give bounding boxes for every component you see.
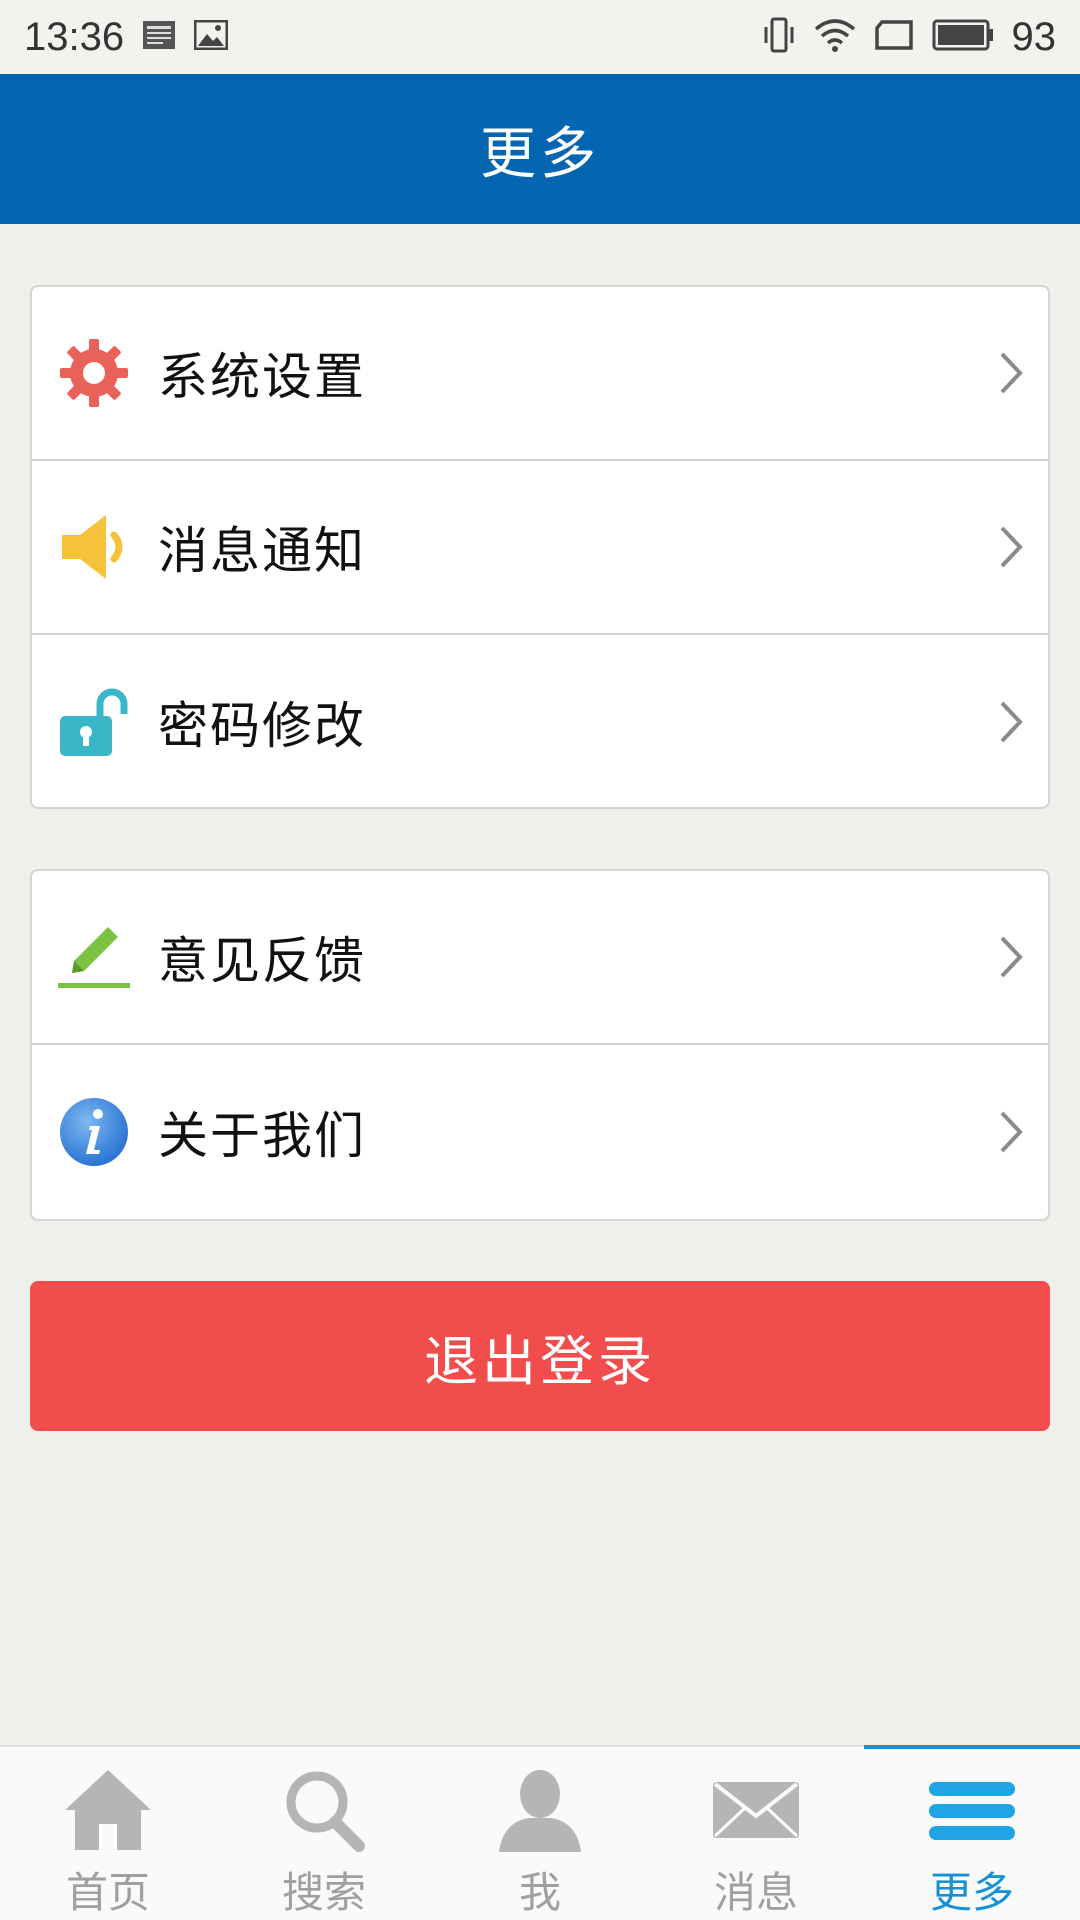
gear-icon [58, 337, 130, 409]
status-time: 13:36 [24, 14, 125, 59]
logout-button[interactable]: 退出登录 [30, 1281, 1050, 1431]
chevron-right-icon [996, 524, 1026, 570]
nav-label: 搜索 [281, 1868, 366, 1917]
menu-group-settings: 系统设置 消息通知 密码修改 [30, 285, 1050, 809]
chevron-right-icon [996, 350, 1026, 396]
app-header: 更多 [0, 74, 1080, 224]
home-icon [60, 1761, 156, 1857]
menu-item-feedback[interactable]: 意见反馈 [32, 871, 1048, 1045]
unlock-icon [58, 686, 130, 758]
chevron-right-icon [996, 699, 1026, 745]
nav-tab-search[interactable]: 搜索 [216, 1747, 432, 1920]
image-icon [193, 19, 229, 54]
menu-item-label: 意见反馈 [158, 932, 366, 990]
menu-item-notifications[interactable]: 消息通知 [32, 461, 1048, 635]
nav-label: 更多 [929, 1868, 1014, 1917]
status-bar: 13:36 93 [0, 0, 1080, 74]
nav-tab-more[interactable]: 更多 [864, 1745, 1080, 1920]
speaker-icon [58, 511, 130, 583]
chevron-right-icon [996, 934, 1026, 980]
vibrate-icon [762, 17, 796, 57]
nav-label: 首页 [65, 1868, 150, 1917]
menu-item-label: 密码修改 [158, 697, 366, 755]
mail-icon [708, 1761, 804, 1857]
pencil-icon [58, 921, 130, 993]
nav-tab-home[interactable]: 首页 [0, 1747, 216, 1920]
nav-label: 我 [518, 1868, 561, 1917]
sim-icon [874, 20, 914, 54]
info-icon [58, 1096, 130, 1168]
menu-item-label: 系统设置 [158, 348, 366, 406]
nav-label: 消息 [713, 1868, 798, 1917]
menu-item-change-password[interactable]: 密码修改 [32, 635, 1048, 807]
wifi-icon [814, 17, 856, 57]
search-icon [276, 1761, 372, 1857]
menu-item-label: 关于我们 [158, 1107, 366, 1165]
nav-tab-messages[interactable]: 消息 [648, 1747, 864, 1920]
menu-group-about: 意见反馈 关于我们 [30, 869, 1050, 1221]
menu-item-about-us[interactable]: 关于我们 [32, 1045, 1048, 1219]
chevron-right-icon [996, 1109, 1026, 1155]
page-title: 更多 [480, 121, 600, 187]
logout-label: 退出登录 [424, 1329, 656, 1393]
news-icon [142, 20, 176, 54]
menu-item-label: 消息通知 [158, 522, 366, 580]
bottom-nav: 首页 搜索 我 消息 更多 [0, 1745, 1080, 1920]
nav-tab-me[interactable]: 我 [432, 1747, 648, 1920]
battery-icon [932, 19, 994, 55]
battery-level: 93 [1011, 14, 1057, 59]
menu-item-system-settings[interactable]: 系统设置 [32, 287, 1048, 461]
status-left: 13:36 [24, 14, 229, 60]
menu-icon [924, 1761, 1020, 1857]
status-right: 93 [762, 14, 1057, 60]
user-icon [492, 1761, 588, 1857]
